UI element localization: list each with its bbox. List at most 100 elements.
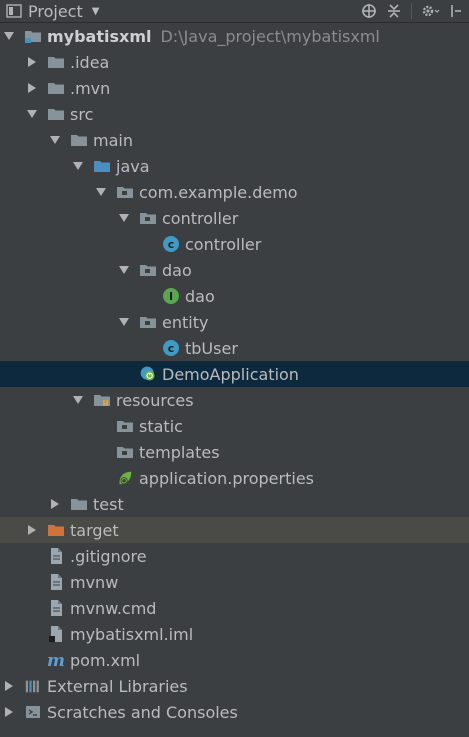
tree-item-resources[interactable]: resources (0, 387, 469, 413)
class-icon: c (162, 339, 180, 357)
expand-arrow-down-icon[interactable] (71, 393, 85, 407)
expand-arrow-down-icon[interactable] (48, 133, 62, 147)
tree-item-label: resources (116, 390, 194, 410)
spring-properties-icon (116, 469, 134, 487)
project-tool-window: Project ▼ mybatisxml D:\Java_project\myb… (0, 0, 469, 737)
tree-item-label: tbUser (185, 338, 238, 358)
scratches-icon (24, 703, 42, 721)
excluded-folder-icon (47, 521, 65, 539)
package-icon (116, 443, 134, 461)
package-icon (116, 417, 134, 435)
tree-item-application-properties[interactable]: application.properties (0, 465, 469, 491)
tree-item-mvn[interactable]: .mvn (0, 75, 469, 101)
expand-arrow-down-icon[interactable] (117, 211, 131, 225)
tree-item-idea[interactable]: .idea (0, 49, 469, 75)
expand-arrow-down-icon[interactable] (117, 315, 131, 329)
chevron-down-icon[interactable]: ▼ (92, 6, 100, 17)
tree-item-mybatisxml[interactable]: mybatisxml D:\Java_project\mybatisxml (0, 23, 469, 49)
maven-icon: m (47, 651, 65, 669)
tree-item-dao-package[interactable]: dao (0, 257, 469, 283)
tree-item-label: pom.xml (70, 650, 141, 670)
expand-arrow-down-icon[interactable] (25, 107, 39, 121)
file-icon (47, 547, 65, 565)
tree-item-label: src (70, 104, 94, 124)
tree-item-demoapplication[interactable]: DemoApplication (0, 361, 469, 387)
tree-item-label: main (93, 130, 133, 150)
tree-item-label: com.example.demo (139, 182, 298, 202)
tree-item-tbuser-class[interactable]: c tbUser (0, 335, 469, 361)
tree-item-static[interactable]: static (0, 413, 469, 439)
package-icon (139, 313, 157, 331)
expand-arrow-right-icon[interactable] (48, 497, 62, 511)
tree-item-label: controller (162, 208, 239, 228)
project-path: D:\Java_project\mybatisxml (160, 26, 380, 46)
package-icon (116, 183, 134, 201)
gear-icon[interactable] (421, 3, 441, 19)
tree-item-label: .idea (70, 52, 110, 72)
libraries-icon (24, 677, 42, 695)
expand-arrow-right-icon[interactable] (25, 523, 39, 537)
iml-file-icon (47, 625, 65, 643)
svg-text:I: I (169, 290, 173, 303)
folder-icon (47, 79, 65, 97)
tree-item-templates[interactable]: templates (0, 439, 469, 465)
file-icon (47, 599, 65, 617)
tree-item-entity-package[interactable]: entity (0, 309, 469, 335)
tree-item-gitignore[interactable]: .gitignore (0, 543, 469, 569)
tree-item-label: mybatisxml.iml (70, 624, 194, 644)
source-folder-icon (93, 157, 111, 175)
tree-item-label: entity (162, 312, 209, 332)
tree-item-scratches-and-consoles[interactable]: Scratches and Consoles (0, 699, 469, 725)
header-actions (361, 3, 462, 19)
tree-item-test[interactable]: test (0, 491, 469, 517)
folder-icon (70, 131, 88, 149)
expand-arrow-down-icon[interactable] (94, 185, 108, 199)
tree-item-label: test (93, 494, 124, 514)
locate-icon[interactable] (361, 3, 377, 19)
tree-item-controller-class[interactable]: c controller (0, 231, 469, 257)
tree-item-label: mvnw.cmd (70, 598, 157, 618)
tree-item-label: target (70, 520, 119, 540)
collapse-all-icon[interactable] (386, 3, 402, 19)
project-tree: mybatisxml D:\Java_project\mybatisxml .ide… (0, 23, 469, 725)
tree-item-label: .mvn (70, 78, 111, 98)
divider (411, 3, 412, 19)
tree-item-label: External Libraries (47, 676, 188, 696)
folder-icon (47, 105, 65, 123)
tree-item-external-libraries[interactable]: External Libraries (0, 673, 469, 699)
tree-item-label: DemoApplication (162, 364, 299, 384)
expand-arrow-right-icon[interactable] (25, 55, 39, 69)
tree-item-pom-xml[interactable]: m pom.xml (0, 647, 469, 673)
tree-item-dao-interface[interactable]: Idao (0, 283, 469, 309)
interface-icon: I (162, 287, 180, 305)
tree-item-mvnw-cmd[interactable]: mvnw.cmd (0, 595, 469, 621)
expand-arrow-right-icon[interactable] (2, 679, 16, 693)
file-icon (47, 573, 65, 591)
folder-icon (47, 53, 65, 71)
resources-folder-icon (93, 391, 111, 409)
tree-item-label: mybatisxml (47, 26, 152, 46)
expand-arrow-right-icon[interactable] (25, 81, 39, 95)
tree-item-label: dao (185, 286, 215, 306)
project-panel-header: Project ▼ (0, 0, 469, 23)
tree-item-main[interactable]: main (0, 127, 469, 153)
expand-arrow-right-icon[interactable] (2, 705, 16, 719)
tree-item-controller-package[interactable]: controller (0, 205, 469, 231)
tree-item-target[interactable]: target (0, 517, 469, 543)
spring-boot-class-icon (139, 365, 157, 383)
hide-panel-icon[interactable] (450, 3, 462, 19)
tree-item-mybatisxml-iml[interactable]: mybatisxml.iml (0, 621, 469, 647)
project-panel-icon (6, 3, 22, 19)
tree-item-java[interactable]: java (0, 153, 469, 179)
folder-icon (70, 495, 88, 513)
project-view-title[interactable]: Project (28, 2, 83, 21)
tree-item-com-example-demo[interactable]: com.example.demo (0, 179, 469, 205)
tree-item-label: Scratches and Consoles (47, 702, 238, 722)
module-folder-icon (24, 27, 42, 45)
expand-arrow-down-icon[interactable] (117, 263, 131, 277)
expand-arrow-down-icon[interactable] (71, 159, 85, 173)
package-icon (139, 209, 157, 227)
tree-item-src[interactable]: src (0, 101, 469, 127)
expand-arrow-down-icon[interactable] (2, 29, 16, 43)
tree-item-mvnw[interactable]: mvnw (0, 569, 469, 595)
